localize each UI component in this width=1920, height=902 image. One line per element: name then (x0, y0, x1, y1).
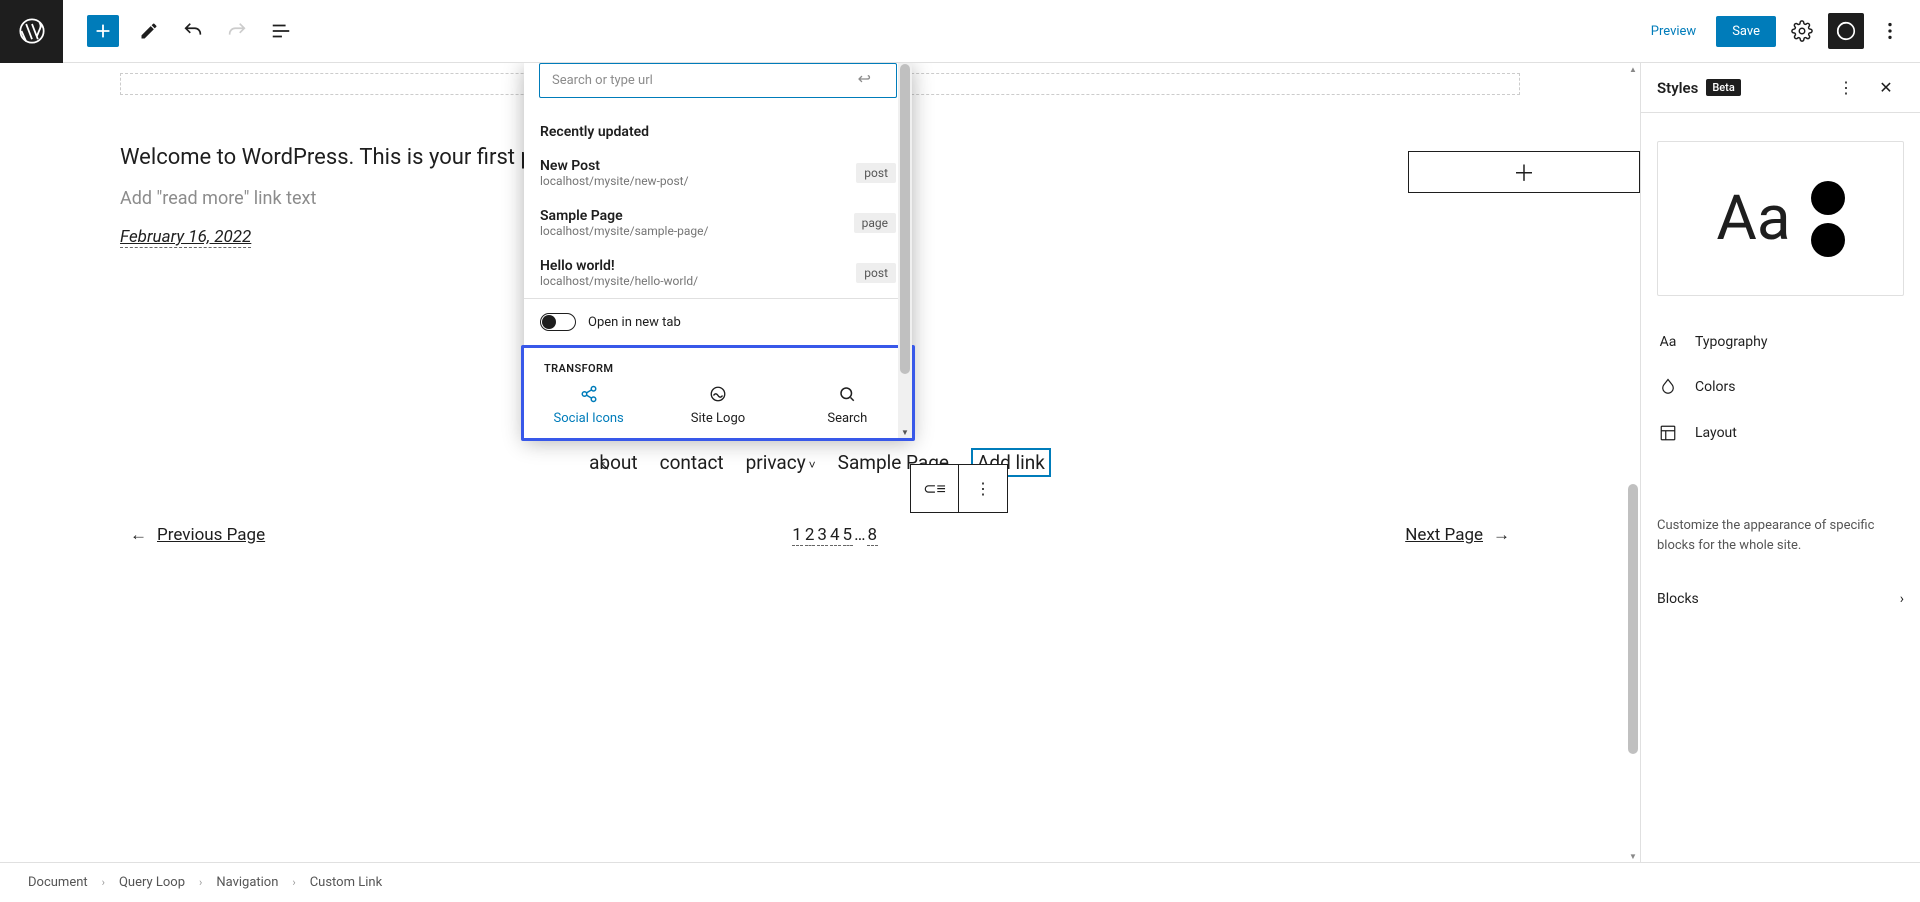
styles-panel-icon[interactable] (1828, 13, 1864, 49)
wordpress-logo[interactable] (0, 0, 63, 63)
suggestion-type-badge: post (856, 263, 896, 283)
chevron-right-icon: › (1900, 591, 1904, 607)
transform-site-logo[interactable]: Site Logo (663, 385, 773, 426)
suggestion-url: localhost/mysite/new-post/ (540, 174, 689, 188)
typography-option[interactable]: Aa Typography (1657, 320, 1904, 364)
more-menu-icon[interactable] (1872, 13, 1908, 49)
breadcrumb: Document› Query Loop› Navigation› Custom… (0, 862, 1920, 902)
open-new-tab-toggle[interactable] (540, 313, 576, 331)
next-arrow-icon: → (1493, 525, 1510, 545)
suggestion-url: localhost/mysite/sample-page/ (540, 224, 708, 238)
nav-item-contact[interactable]: contact (660, 451, 724, 474)
styles-sidebar: Styles Beta ⋮ ✕ Aa Aa Typography Colors La… (1640, 63, 1920, 862)
transform-section: TRANSFORM Social Icons Site Logo Search (521, 345, 915, 441)
breadcrumb-item[interactable]: Document (28, 875, 88, 890)
save-button[interactable]: Save (1716, 16, 1776, 47)
breadcrumb-item[interactable]: Navigation (216, 875, 278, 890)
redo-icon[interactable] (219, 13, 255, 49)
link-popover: Search or type url ↩ Recently updated Ne… (524, 63, 912, 438)
block-toolbar-remnant: ⊂≡ ⋮ (910, 464, 1008, 513)
preview-button[interactable]: Preview (1639, 16, 1708, 47)
top-toolbar: Preview Save (0, 0, 1920, 63)
toolbar-more-icon[interactable]: ⋮ (959, 465, 1007, 512)
transform-search[interactable]: Search (792, 385, 902, 426)
option-label: Layout (1695, 425, 1737, 441)
site-logo-icon (709, 385, 727, 403)
add-block-button[interactable] (87, 15, 119, 47)
suggestion-item[interactable]: New Postlocalhost/mysite/new-post/ post (524, 148, 912, 198)
post-date[interactable]: February 16, 2022 (120, 227, 251, 248)
toolbar-icon[interactable]: ⊂≡ (911, 465, 959, 512)
typography-preview-icon: Aa (1716, 182, 1790, 255)
sidebar-description: Customize the appearance of specific blo… (1641, 456, 1920, 571)
style-preview[interactable]: Aa (1657, 141, 1904, 296)
sidebar-title: Styles (1657, 79, 1698, 97)
add-block-appender[interactable]: ＋ (1408, 151, 1640, 193)
prev-page-link[interactable]: Previous Page (157, 525, 265, 545)
canvas-scrollbar[interactable]: ▲▼ (1626, 63, 1640, 862)
share-icon (580, 385, 598, 403)
transform-label: Site Logo (691, 411, 745, 426)
suggestion-item[interactable]: Hello world!localhost/mysite/hello-world… (524, 248, 912, 298)
suggestion-title: New Post (540, 158, 689, 174)
layout-icon (1657, 424, 1679, 442)
page-numbers[interactable]: 12345…8 (791, 525, 879, 545)
editor-canvas: Welcome to WordPress. This is your first… (0, 63, 1640, 862)
option-label: Colors (1695, 379, 1735, 395)
pagination: ← Previous Page 12345…8 Next Page → (120, 525, 1520, 545)
droplet-icon (1657, 378, 1679, 396)
transform-social-icons[interactable]: Social Icons (534, 385, 644, 426)
navigation-block: about contact privacy Sample Page Add li… (120, 448, 1520, 477)
search-icon (838, 385, 856, 403)
settings-icon[interactable] (1784, 13, 1820, 49)
typography-icon: Aa (1657, 334, 1679, 350)
close-sidebar-icon[interactable]: ✕ (1868, 70, 1904, 106)
nav-item-about[interactable]: about (589, 451, 638, 474)
breadcrumb-item[interactable]: Query Loop (119, 875, 185, 890)
option-label: Typography (1695, 334, 1767, 350)
blocks-label: Blocks (1657, 591, 1699, 607)
beta-badge: Beta (1706, 79, 1740, 96)
colors-option[interactable]: Colors (1657, 364, 1904, 410)
suggestion-title: Hello world! (540, 258, 698, 274)
link-url-input[interactable]: Search or type url (539, 63, 897, 98)
breadcrumb-item[interactable]: Custom Link (310, 875, 382, 890)
open-new-tab-label: Open in new tab (588, 315, 681, 330)
next-page-link[interactable]: Next Page (1405, 525, 1483, 545)
suggestion-type-badge: post (856, 163, 896, 183)
color-preview-icon (1811, 181, 1845, 257)
recent-header: Recently updated (524, 110, 912, 148)
suggestion-type-badge: page (854, 213, 896, 233)
transform-label: Search (827, 411, 867, 426)
suggestion-url: localhost/mysite/hello-world/ (540, 274, 698, 288)
edit-tool-icon[interactable] (131, 13, 167, 49)
suggestion-title: Sample Page (540, 208, 708, 224)
submit-url-icon[interactable]: ↩ (858, 69, 871, 88)
list-view-icon[interactable] (263, 13, 299, 49)
transform-header: TRANSFORM (524, 362, 912, 385)
prev-arrow-icon: ← (130, 525, 147, 545)
sidebar-more-icon[interactable]: ⋮ (1828, 70, 1864, 106)
layout-option[interactable]: Layout (1657, 410, 1904, 456)
popover-scrollbar[interactable]: ▲▼ (898, 63, 912, 438)
nav-item-privacy[interactable]: privacy (746, 451, 816, 474)
suggestion-item[interactable]: Sample Pagelocalhost/mysite/sample-page/… (524, 198, 912, 248)
transform-label: Social Icons (554, 411, 624, 426)
undo-icon[interactable] (175, 13, 211, 49)
blocks-panel-link[interactable]: Blocks › (1641, 571, 1920, 627)
